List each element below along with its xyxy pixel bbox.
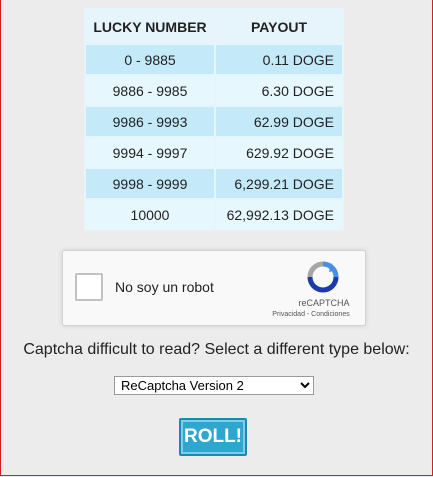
- payout-header: PAYOUT: [216, 10, 342, 43]
- recaptcha-logo-icon: [307, 261, 339, 293]
- lucky-number-range: 9998 - 9999: [86, 169, 214, 198]
- payout-table-header: LUCKY NUMBER PAYOUT: [86, 10, 342, 43]
- lucky-number-range: 0 - 9885: [86, 45, 214, 74]
- payout-value: 62.99 DOGE: [216, 107, 342, 136]
- captcha-type-select[interactable]: ReCaptcha Version 2: [114, 376, 314, 395]
- lucky-number-range: 9986 - 9993: [86, 107, 214, 136]
- payout-value: 62,992.13 DOGE: [216, 200, 342, 229]
- table-row: 9998 - 9999 6,299.21 DOGE: [86, 169, 342, 198]
- lucky-number-range: 9886 - 9985: [86, 76, 214, 105]
- table-row: 0 - 9885 0.11 DOGE: [86, 45, 342, 74]
- roll-button[interactable]: ROLL!: [179, 418, 247, 456]
- table-row: 9886 - 9985 6.30 DOGE: [86, 76, 342, 105]
- payout-value: 6,299.21 DOGE: [216, 169, 342, 198]
- payout-table: LUCKY NUMBER PAYOUT 0 - 9885 0.11 DOGE 9…: [84, 8, 344, 231]
- recaptcha-label: No soy un robot: [115, 279, 214, 295]
- lucky-number-range: 10000: [86, 200, 214, 229]
- lucky-number-range: 9994 - 9997: [86, 138, 214, 167]
- table-row: 10000 62,992.13 DOGE: [86, 200, 342, 229]
- table-row: 9994 - 9997 629.92 DOGE: [86, 138, 342, 167]
- lucky-number-header: LUCKY NUMBER: [86, 10, 214, 43]
- payout-value: 0.11 DOGE: [216, 45, 342, 74]
- captcha-help-text: Captcha difficult to read? Select a diff…: [23, 341, 410, 358]
- recaptcha-widget: No soy un robot reCAPTCHA Privacidad - C…: [62, 250, 366, 326]
- payout-value: 629.92 DOGE: [216, 138, 342, 167]
- payout-value: 6.30 DOGE: [216, 76, 342, 105]
- recaptcha-checkbox[interactable]: [75, 273, 103, 301]
- recaptcha-brand: reCAPTCHA: [298, 298, 350, 308]
- recaptcha-terms-link[interactable]: Privacidad - Condiciones: [261, 311, 361, 318]
- table-row: 9986 - 9993 62.99 DOGE: [86, 107, 342, 136]
